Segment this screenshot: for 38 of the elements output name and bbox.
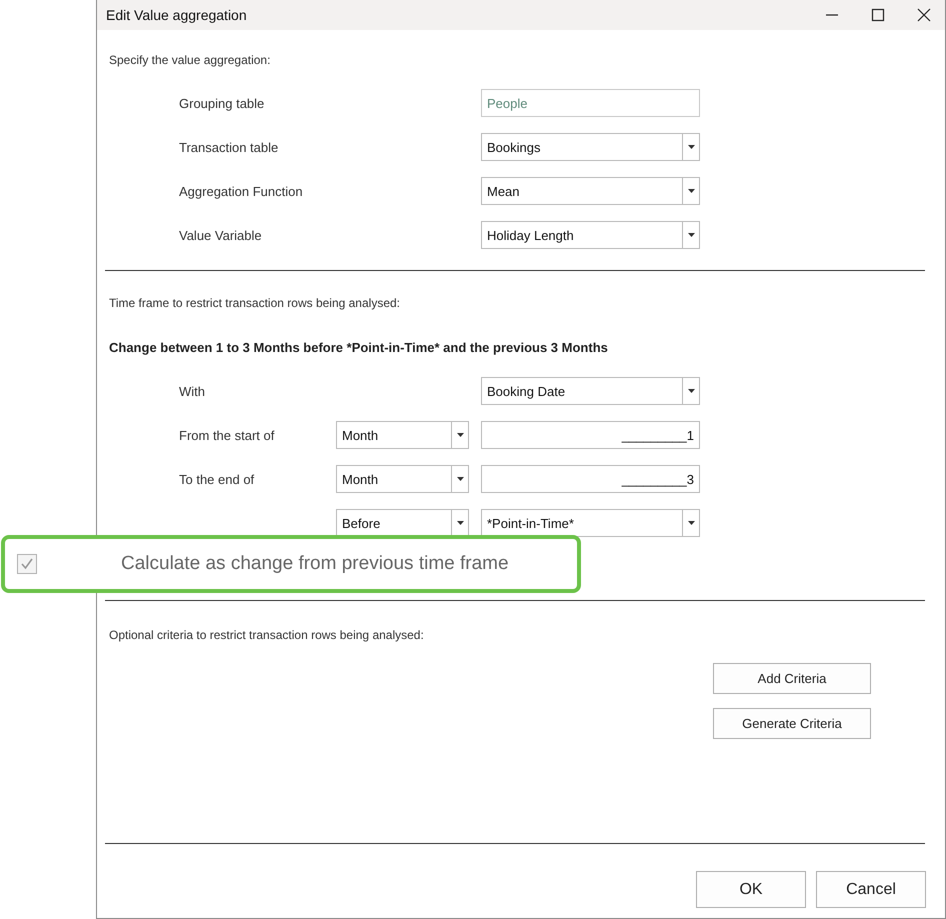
field-label: Value Variable — [179, 228, 263, 242]
section-heading: Time frame to restrict transaction rows being analysed: — [109, 295, 402, 311]
dropdown[interactable]: Booking Date — [481, 377, 700, 405]
caret-icon — [456, 477, 464, 481]
field-label: To the end of — [179, 472, 256, 486]
time-frame-summary: Change between 1 to 3 Months before *Point-in-Time* and the previous 3 Months — [109, 340, 609, 356]
dropdown[interactable]: Mean — [481, 177, 700, 205]
field-label: With — [179, 384, 206, 398]
dropdown[interactable]: Month — [336, 465, 469, 493]
caret-icon — [456, 433, 464, 437]
checkbox-label: Calculate as change from previous time frame — [121, 553, 509, 575]
caret-icon — [688, 145, 694, 149]
caret-icon — [688, 521, 694, 525]
input-field[interactable]: _________3 — [481, 465, 700, 493]
dropdown[interactable]: Month — [336, 421, 469, 449]
cancel-button[interactable]: Cancel — [816, 871, 926, 908]
dropdown[interactable]: Holiday Length — [481, 221, 700, 249]
checkmark-icon — [19, 557, 35, 571]
field-label: Grouping table — [179, 96, 266, 110]
criteria-button[interactable]: Add Criteria — [713, 663, 871, 694]
caret-icon — [456, 521, 464, 525]
input-field[interactable]: _________1 — [481, 421, 700, 449]
caret-icon — [688, 389, 694, 393]
field-label: Aggregation Function — [179, 184, 304, 198]
field-label: Transaction table — [179, 140, 280, 154]
criteria-button[interactable]: Generate Criteria — [713, 708, 871, 739]
dropdown[interactable]: Before — [336, 509, 469, 537]
field-label: From the start of — [179, 428, 276, 442]
section-heading: Specify the value aggregation: — [109, 52, 272, 68]
section-heading: Optional criteria to restrict transaction rows being analysed: — [109, 627, 425, 643]
ok-button[interactable]: OK — [696, 871, 806, 908]
caret-icon — [688, 233, 694, 237]
close-icon[interactable] — [917, 8, 931, 22]
dropdown[interactable]: Bookings — [481, 133, 700, 161]
window-title: Edit Value aggregation — [106, 7, 247, 23]
dropdown[interactable]: *Point-in-Time* — [481, 509, 700, 537]
maximize-icon[interactable] — [871, 8, 885, 22]
caret-icon — [688, 189, 694, 193]
